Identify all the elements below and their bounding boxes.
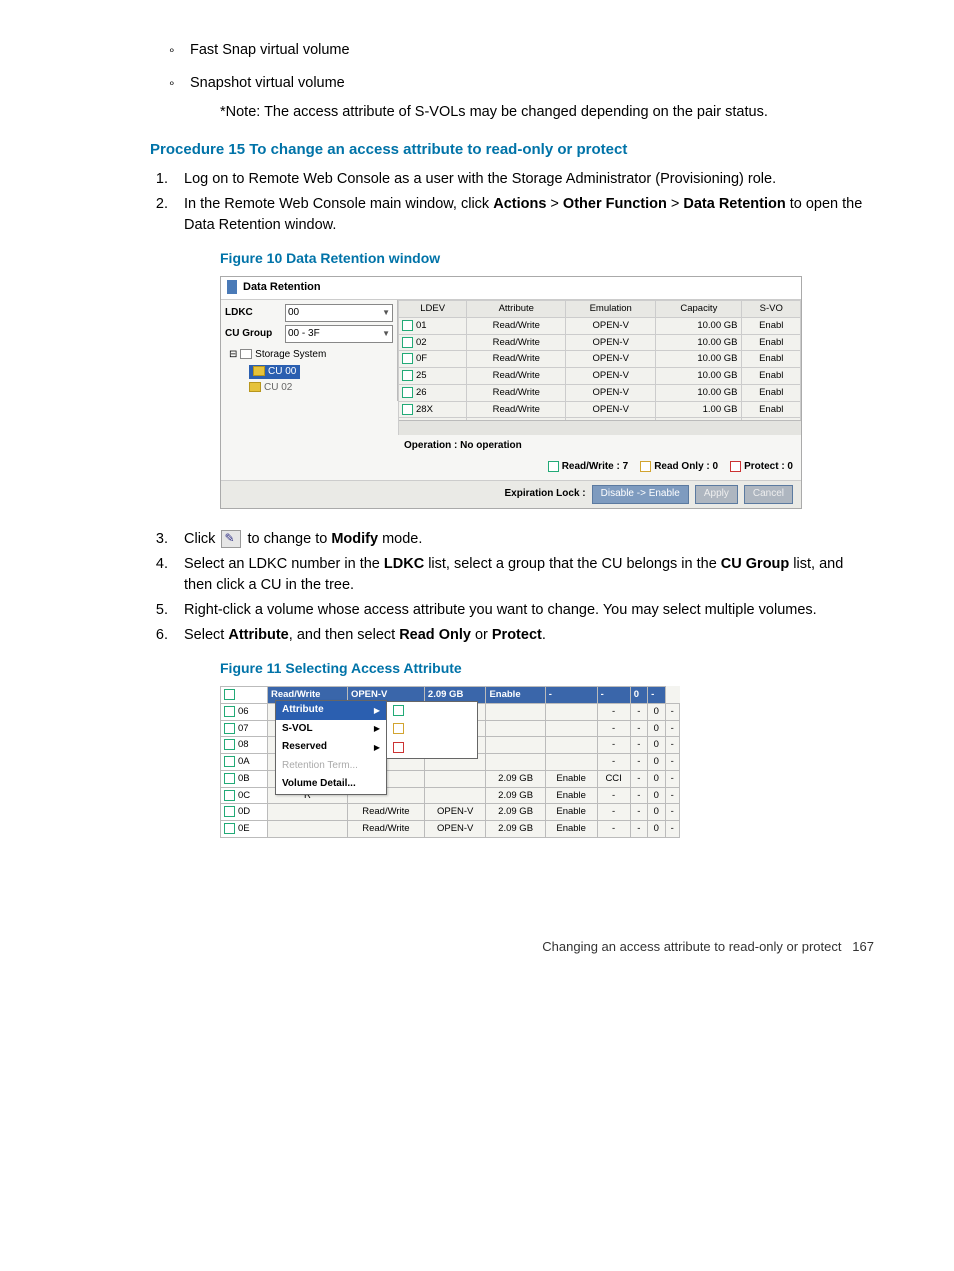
menu-retention[interactable]: Retention Term... — [276, 757, 386, 776]
figure11: 05 Read/WriteOPEN-V2.09 GBEnable --0- 06… — [220, 686, 874, 838]
cancel-button[interactable]: Cancel — [744, 485, 793, 504]
step-2: In the Remote Web Console main window, c… — [172, 194, 874, 509]
status-protect: Protect : 0 — [730, 460, 793, 475]
chevron-down-icon: ▼ — [382, 328, 390, 340]
modify-icon — [221, 530, 241, 548]
folder-icon — [249, 382, 261, 392]
note-line: *Note: The access attribute of S-VOLs ma… — [150, 102, 874, 123]
cugroup-select[interactable]: 00 - 3F▼ — [285, 325, 393, 343]
protect-icon — [393, 742, 404, 753]
step-4: Select an LDKC number in the LDKC list, … — [172, 554, 874, 596]
status-readonly: Read Only : 0 — [640, 460, 718, 475]
table-row[interactable]: 0ERead/WriteOPEN-V2.09 GBEnable--0- — [221, 821, 680, 838]
table-row[interactable]: 01Read/WriteOPEN-V10.00 GBEnabl — [399, 317, 801, 334]
attribute-submenu[interactable]: Read/Write Read Only Protect — [386, 701, 478, 759]
menu-reserved[interactable]: Reserved▶ — [276, 738, 386, 757]
submenu-readonly[interactable]: Read Only — [387, 721, 477, 740]
left-panel: LDKC 00▼ CU Group 00 - 3F▼ ⊟ Storage Sys… — [221, 300, 398, 401]
chevron-down-icon: ▼ — [382, 307, 390, 319]
sub-bullet-list: Fast Snap virtual volume Snapshot virtua… — [150, 40, 874, 94]
bullet-fastsnap: Fast Snap virtual volume — [190, 40, 874, 61]
table-row[interactable]: 26Read/WriteOPEN-V10.00 GBEnabl — [399, 384, 801, 401]
menu-attribute[interactable]: Attribute▶ Read/Write Read Only Protect — [276, 701, 386, 720]
ldkc-select[interactable]: 00▼ — [285, 304, 393, 322]
table-row[interactable]: 02Read/WriteOPEN-V10.00 GBEnabl — [399, 334, 801, 351]
bullet-snapshot: Snapshot virtual volume — [190, 73, 874, 94]
page-footer: Changing an access attribute to read-onl… — [150, 938, 874, 957]
system-icon — [240, 349, 252, 359]
step-6: Select Attribute, and then select Read O… — [172, 625, 874, 838]
tree-cu02[interactable]: CU 02 — [245, 380, 393, 397]
step-1: Log on to Remote Web Console as a user w… — [172, 169, 874, 190]
procedure-title: Procedure 15 To change an access attribu… — [150, 139, 874, 161]
figure10-caption: Figure 10 Data Retention window — [220, 248, 874, 268]
operation-status: Operation : No operation — [398, 435, 801, 458]
readwrite-icon — [393, 705, 404, 716]
table-row[interactable]: 0FRead/WriteOPEN-V10.00 GBEnabl — [399, 351, 801, 368]
tree-cu00-selected[interactable]: CU 00 — [249, 365, 300, 380]
ldkc-label: LDKC — [225, 306, 285, 321]
status-readwrite: Read/Write : 7 — [548, 460, 629, 475]
volume-table[interactable]: LDEV Attribute Emulation Capacity S-VO 0… — [398, 300, 801, 435]
menu-svol[interactable]: S-VOL▶ — [276, 720, 386, 739]
apply-button[interactable]: Apply — [695, 485, 738, 504]
expiration-lock-label: Expiration Lock : — [505, 487, 586, 502]
nav-tree[interactable]: ⊟ Storage System CU 00 CU 02 — [225, 347, 393, 397]
steps-list: Log on to Remote Web Console as a user w… — [150, 169, 874, 838]
table-row[interactable]: 0DRead/WriteOPEN-V2.09 GBEnable--0- — [221, 804, 680, 821]
volume-icon — [224, 689, 235, 700]
context-menu[interactable]: Attribute▶ Read/Write Read Only Protect … — [275, 700, 387, 795]
protect-icon — [730, 461, 741, 472]
table-row[interactable]: 28XRead/WriteOPEN-V1.00 GBEnabl — [399, 401, 801, 418]
readwrite-icon — [548, 461, 559, 472]
figure10: Data Retention LDKC 00▼ CU Group 00 - 3F… — [220, 276, 874, 509]
submenu-protect[interactable]: Protect — [387, 739, 477, 758]
table-row[interactable]: 25Read/WriteOPEN-V10.00 GBEnabl — [399, 368, 801, 385]
folder-icon — [253, 366, 265, 376]
submenu-readwrite[interactable]: Read/Write — [387, 702, 477, 721]
readonly-icon — [640, 461, 651, 472]
toggle-lock-button[interactable]: Disable -> Enable — [592, 485, 689, 504]
figure11-caption: Figure 11 Selecting Access Attribute — [220, 658, 874, 678]
cugroup-label: CU Group — [225, 327, 285, 342]
step-3: Click to change to Modify mode. — [172, 529, 874, 550]
menu-voldetail[interactable]: Volume Detail... — [276, 775, 386, 794]
window-title: Data Retention — [221, 277, 801, 300]
step-5: Right-click a volume whose access attrib… — [172, 600, 874, 621]
horizontal-scrollbar[interactable] — [399, 420, 801, 435]
readonly-icon — [393, 723, 404, 734]
